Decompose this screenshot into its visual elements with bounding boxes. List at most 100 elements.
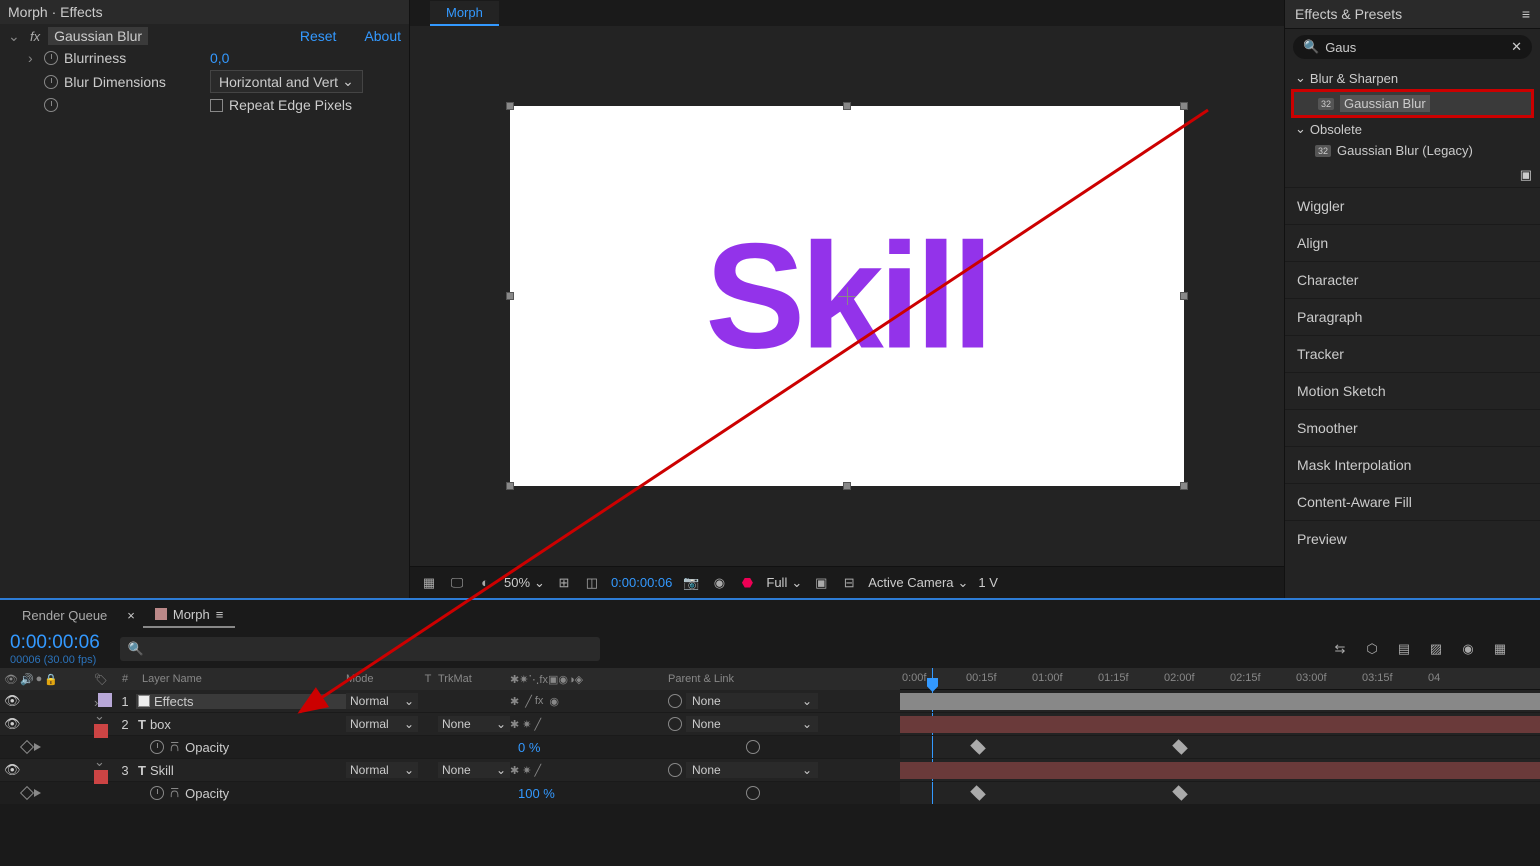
composition-viewer[interactable]: Skill	[410, 26, 1284, 566]
roi-icon[interactable]: ◫	[583, 574, 601, 592]
fx-icon[interactable]: fx	[30, 29, 40, 44]
switch-icon[interactable]: ╱	[534, 718, 541, 731]
parent-dropdown[interactable]: None⌄	[686, 693, 818, 709]
pickwhip-icon[interactable]	[668, 763, 682, 777]
transparency-grid-icon[interactable]: ▣	[812, 574, 830, 592]
clear-search-icon[interactable]: ✕	[1511, 39, 1522, 55]
timeline-search[interactable]: 🔍	[120, 637, 600, 661]
mask-icon[interactable]: ◐	[476, 574, 494, 592]
effects-search-box[interactable]: 🔍 ✕	[1293, 35, 1532, 59]
prop-expand-icon[interactable]: ›	[28, 50, 38, 66]
track-row[interactable]	[900, 736, 1540, 759]
panel-paragraph[interactable]: Paragraph	[1285, 298, 1540, 335]
layer-property-opacity[interactable]: ⩃Opacity 0 %	[0, 736, 900, 759]
keyframe-icon[interactable]	[1174, 787, 1187, 800]
expand-arrow-icon[interactable]: ⌄	[94, 754, 105, 769]
effects-presets-header[interactable]: Effects & Presets ≡	[1285, 0, 1540, 29]
color-mgmt-icon[interactable]: ⬣	[738, 574, 756, 592]
trkmat-dropdown[interactable]: None⌄	[438, 716, 510, 732]
parent-dropdown[interactable]: None⌄	[686, 762, 818, 778]
selection-handle[interactable]	[1180, 102, 1188, 110]
switch-icon[interactable]: ◉	[549, 695, 559, 708]
col-trkmat[interactable]: TrkMat	[438, 673, 510, 685]
effect-collapse-arrow[interactable]: ⌄	[8, 28, 22, 45]
mode-dropdown[interactable]: Normal⌄	[346, 762, 418, 778]
tab-comp-morph[interactable]: Morph≡	[143, 603, 235, 628]
3d-view-icon[interactable]: ⊟	[840, 574, 858, 592]
comp-tab-morph[interactable]: Morph	[430, 1, 499, 26]
parent-dropdown[interactable]: None⌄	[686, 716, 818, 732]
panel-character[interactable]: Character	[1285, 261, 1540, 298]
composition-canvas[interactable]: Skill	[510, 106, 1184, 486]
panel-align[interactable]: Align	[1285, 224, 1540, 261]
about-link[interactable]: About	[364, 28, 401, 44]
visibility-toggle[interactable]: 👁	[4, 693, 20, 709]
tab-menu-icon[interactable]: ≡	[216, 607, 224, 622]
channel-icon[interactable]: ◉	[710, 574, 728, 592]
layer-row-effects[interactable]: 👁 › 1 Effects Normal⌄ ✱╱fx◉ None⌄	[0, 690, 900, 713]
layer-name[interactable]: box	[150, 717, 171, 732]
col-t[interactable]: T	[418, 673, 438, 685]
close-tab-icon[interactable]: ×	[127, 608, 135, 623]
col-mode[interactable]: Mode	[346, 673, 418, 685]
graph-icon[interactable]: ⩃	[170, 785, 179, 801]
layer-row-skill[interactable]: 👁 ⌄ 3 TSkill Normal⌄ None⌄ ✱✷╱ None⌄	[0, 759, 900, 782]
layer-name[interactable]: Effects	[154, 694, 194, 709]
next-keyframe-icon[interactable]	[34, 789, 41, 797]
selection-handle[interactable]	[843, 482, 851, 490]
effects-search-input[interactable]	[1325, 40, 1505, 55]
selection-handle[interactable]	[1180, 292, 1188, 300]
tree-item-gaussian-legacy[interactable]: 32Gaussian Blur (Legacy)	[1285, 140, 1540, 161]
pickwhip-icon[interactable]	[746, 740, 760, 754]
visibility-toggle[interactable]: 👁	[4, 716, 20, 732]
tree-group-obsolete[interactable]: ⌄Obsolete	[1285, 118, 1540, 140]
panel-smoother[interactable]: Smoother	[1285, 409, 1540, 446]
selection-handle[interactable]	[843, 102, 851, 110]
camera-dropdown[interactable]: Active Camera ⌄	[868, 575, 968, 591]
label-column-icon[interactable]: 🏷	[94, 674, 108, 686]
col-number[interactable]: #	[114, 673, 136, 685]
opacity-value[interactable]: 100 %	[518, 786, 555, 801]
switch-icon[interactable]: ✱	[510, 764, 519, 777]
pickwhip-icon[interactable]	[668, 694, 682, 708]
panel-content-aware-fill[interactable]: Content-Aware Fill	[1285, 483, 1540, 520]
selection-handle[interactable]	[1180, 482, 1188, 490]
visibility-toggle[interactable]: 👁	[4, 762, 20, 778]
col-switches[interactable]: ✱✷⋱fx▣◉◑◈	[510, 673, 668, 686]
pickwhip-icon[interactable]	[668, 717, 682, 731]
view-count-dropdown[interactable]: 1 V	[978, 575, 998, 590]
layer-property-opacity[interactable]: ⩃Opacity 100 %	[0, 782, 900, 805]
graph-editor-icon[interactable]: ▦	[1490, 639, 1510, 659]
tab-render-queue[interactable]: Render Queue	[10, 604, 119, 627]
new-bin-icon[interactable]: ▣	[1520, 167, 1532, 182]
switch-icon[interactable]: ✱	[510, 695, 519, 708]
stopwatch-icon[interactable]	[150, 740, 164, 754]
repeat-edge-checkbox[interactable]	[210, 99, 223, 112]
trkmat-dropdown[interactable]: None⌄	[438, 762, 510, 778]
zoom-dropdown[interactable]: 50% ⌄	[504, 575, 545, 591]
motion-blur-icon[interactable]: ◉	[1458, 639, 1478, 659]
next-keyframe-icon[interactable]	[34, 743, 41, 751]
mode-dropdown[interactable]: Normal⌄	[346, 716, 418, 732]
opacity-value[interactable]: 0 %	[518, 740, 540, 755]
layer-row-box[interactable]: 👁 ⌄ 2 Tbox Normal⌄ None⌄ ✱✷╱ None⌄	[0, 713, 900, 736]
current-time[interactable]: 0:00:00:06	[611, 575, 672, 590]
panel-tracker[interactable]: Tracker	[1285, 335, 1540, 372]
keyframe-icon[interactable]	[972, 787, 985, 800]
col-layer-name[interactable]: Layer Name	[136, 673, 346, 685]
layer-color-swatch[interactable]	[94, 770, 108, 784]
prev-keyframe-icon[interactable]	[20, 740, 34, 754]
fx-switch[interactable]: fx	[535, 695, 544, 707]
selection-handle[interactable]	[506, 292, 514, 300]
layer-bar[interactable]	[900, 716, 1540, 733]
comp-flowchart-icon[interactable]: ⇆	[1330, 639, 1350, 659]
tree-item-gaussian-blur[interactable]: 32Gaussian Blur	[1291, 89, 1534, 118]
resolution-icon[interactable]: ⊞	[555, 574, 573, 592]
switch-icon[interactable]: ╱	[525, 695, 532, 708]
stopwatch-icon[interactable]	[44, 75, 58, 89]
frame-blend-icon[interactable]: ▨	[1426, 639, 1446, 659]
timecode-display[interactable]: 0:00:00:06	[10, 632, 100, 654]
effect-name[interactable]: Gaussian Blur	[48, 27, 148, 45]
col-parent[interactable]: Parent & Link	[668, 673, 818, 685]
switch-icon[interactable]: ✱	[510, 718, 519, 731]
